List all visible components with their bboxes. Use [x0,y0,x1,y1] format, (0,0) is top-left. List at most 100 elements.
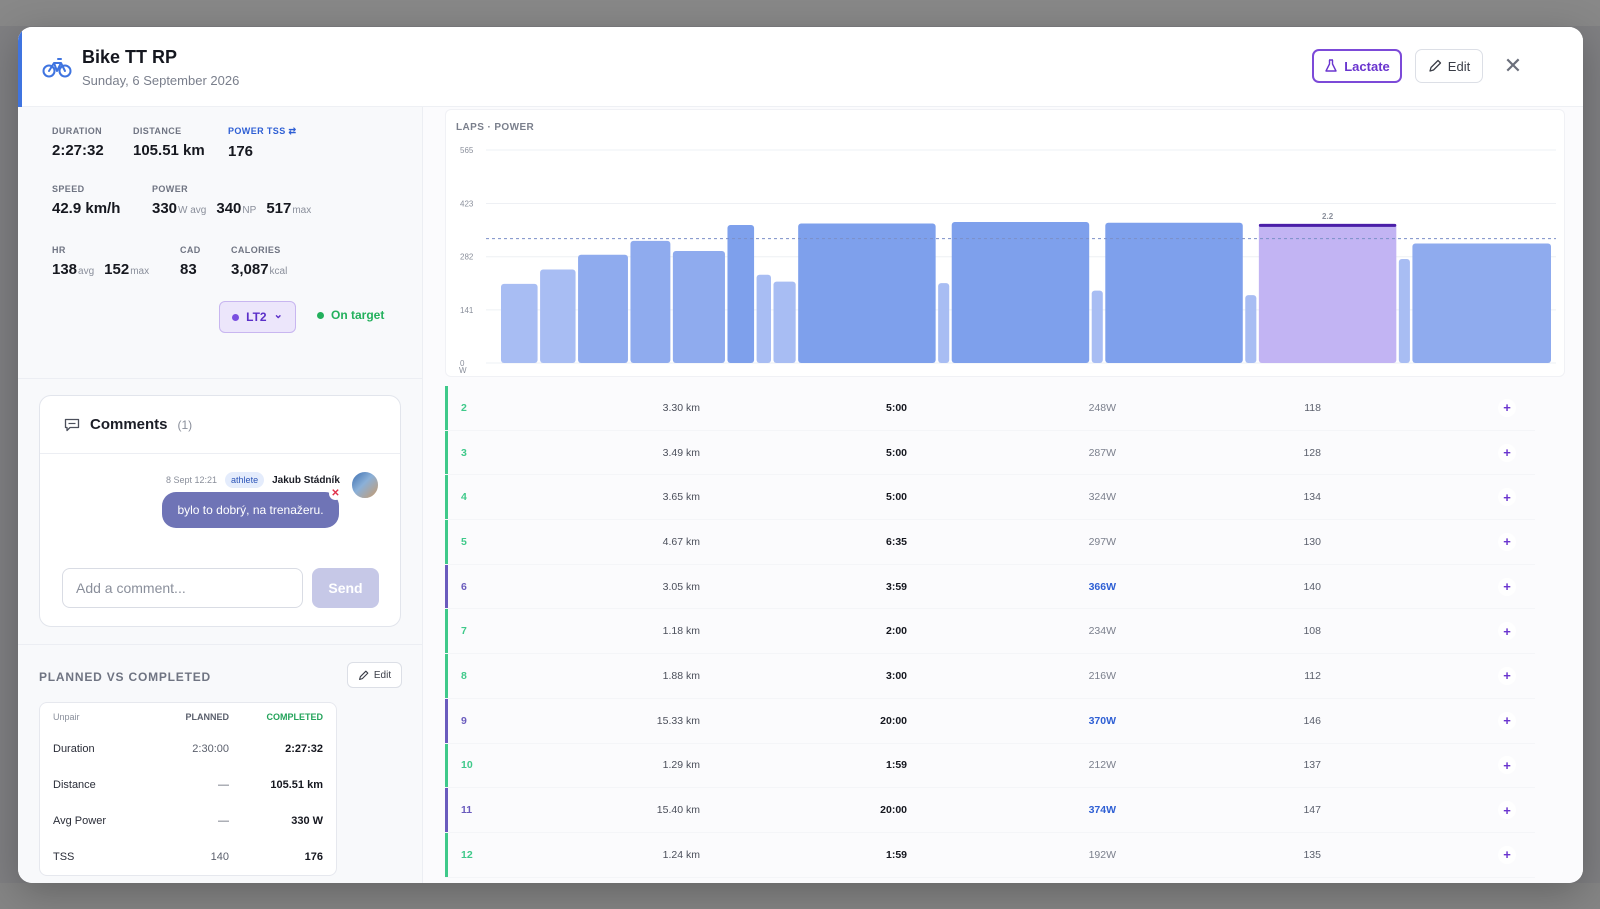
lap-number: 11 [461,804,473,817]
delete-comment-icon[interactable]: ✕ [329,487,342,500]
lap-time: 2:00 [885,625,907,638]
add-lap-icon[interactable]: + [1498,801,1516,820]
calories-value: 3,087 [231,261,269,278]
lap-power: 212W [1088,759,1116,772]
stat-duration-value: 2:27:32 [52,142,104,159]
y-tick-label: 282 [460,253,474,262]
table-row[interactable]: 8 1.88 km 3:00 216W 112 + [445,654,1535,699]
zone-select[interactable]: LT2 ⌄ [219,301,296,333]
table-row: TSS 140 176 [40,839,336,875]
stat-calories-values: 3,087kcal [231,261,297,278]
stat-power-tss-label[interactable]: POWER TSS ⇄ [228,126,296,137]
lap-time: 5:00 [885,401,907,414]
table-row[interactable]: 10 1.29 km 1:59 212W 137 + [445,743,1535,789]
lap-number: 6 [461,580,467,593]
unpair-link[interactable]: Unpair [53,712,149,722]
lap-hr: 134 [1303,491,1321,504]
power-max: 517 [266,200,292,217]
table-row[interactable]: 6 3.05 km 3:59 366W 140 + [445,564,1535,610]
add-lap-icon[interactable]: + [1498,756,1516,775]
table-row[interactable]: 7 1.18 km 2:00 234W 108 + [445,609,1535,655]
table-row[interactable]: 12 1.24 km 1:59 192W 135 + [445,832,1535,878]
hr-max: 152 [104,261,130,278]
chart-bar [1398,258,1410,363]
add-lap-icon[interactable]: + [1498,532,1516,551]
pvc-edit-button[interactable]: Edit [347,662,402,688]
send-button[interactable]: Send [312,568,379,608]
lap-power: 248W [1088,401,1116,414]
lap-power: 324W [1088,491,1116,504]
comments-title: Comments [90,416,168,433]
add-lap-icon[interactable]: + [1498,622,1516,641]
stat-hr-values: 138avg 152max [52,261,159,278]
pvc-metric: TSS [53,851,75,863]
lap-number: 4 [461,491,467,504]
stat-cadence: CAD 83 [180,245,201,278]
lap-distance: 15.33 km [656,714,700,727]
comment-time: 8 Sept 12:21 [166,475,218,485]
lap-hr: 135 [1303,848,1321,861]
stat-cadence-value: 83 [180,261,197,278]
lap-hr: 118 [1304,401,1321,414]
lap-time: 3:59 [885,580,907,593]
lap-hr: 137 [1303,759,1321,772]
stat-power-tss-value: 176 [228,143,254,160]
stat-calories: CALORIES 3,087kcal [231,245,297,278]
pvc-planned: 140 [210,851,229,863]
stat-cadence-label: CAD [180,245,201,255]
add-lap-icon[interactable]: + [1498,443,1516,462]
edit-button[interactable]: Edit [1415,49,1483,83]
stat-speed-label: SPEED [52,184,85,194]
power-avg-unit: W avg [178,205,207,216]
left-panel: DURATION 2:27:32 DISTANCE 105.51 km POWE… [18,107,423,883]
stat-calories-label: CALORIES [231,245,281,255]
comments-header: Comments (1) [40,396,400,454]
pvc-table: Unpair PLANNED COMPLETED Duration 2:30:0… [39,702,337,876]
header-accent [18,27,22,107]
chevron-down-icon: ⌄ [273,309,283,321]
pvc-planned: 2:30:00 [192,743,229,755]
lap-power: 287W [1088,446,1116,459]
table-row: Duration 2:30:00 2:27:32 [40,731,336,767]
activity-title: Bike TT RP [82,47,178,67]
lap-hr: 146 [1303,714,1321,727]
lap-power: 192W [1088,848,1116,861]
lactate-button[interactable]: Lactate [1312,49,1402,83]
lap-hr: 147 [1303,804,1321,817]
lap-distance: 3.30 km [662,401,700,414]
y-tick-label: 565 [460,146,474,155]
pvc-completed: 105.51 km [270,779,323,791]
table-row[interactable]: 5 4.67 km 6:35 297W 130 + [445,520,1535,565]
pvc-edit-label: Edit [373,669,392,681]
stat-duration: DURATION 2:27:32 [52,126,104,159]
pvc-metric: Distance [53,779,96,791]
pencil-icon [1429,59,1441,72]
lap-number: 12 [461,848,473,861]
comment-bubble: bylo to dobrý, na trenažeru. [162,492,339,528]
lactate-label: Lactate [1344,58,1390,74]
lap-power: 234W [1088,625,1116,638]
lap-number: 3 [461,446,467,459]
stat-power-tss[interactable]: POWER TSS ⇄ 176 [228,126,296,160]
laps-power-chart: LAPS · POWER 565 423 282 141 0 W 2.2 [445,109,1565,377]
stat-power-values: 330W avg 340NP 517max [152,200,321,217]
chart-bar [773,281,796,363]
chart-svg: 5654232821410W2.2 [459,146,1556,375]
chart-bar [1245,295,1257,363]
close-icon[interactable]: ✕ [1500,53,1526,79]
add-lap-icon[interactable]: + [1498,845,1516,864]
pvc-planned: — [218,779,229,791]
add-lap-icon[interactable]: + [1498,577,1516,596]
add-lap-icon[interactable]: + [1498,711,1516,730]
add-lap-icon[interactable]: + [1498,398,1516,417]
chart-bar-label: 2.2 [1322,212,1334,221]
table-row[interactable]: 9 15.33 km 20:00 370W 146 + [445,698,1535,744]
comment-input[interactable] [62,568,303,608]
table-row[interactable]: 4 3.65 km 5:00 324W 134 + [445,475,1535,521]
table-row[interactable]: 3 3.49 km 5:00 287W 128 + [445,430,1535,476]
add-lap-icon[interactable]: + [1498,488,1516,507]
add-lap-icon[interactable]: + [1498,666,1516,685]
table-row[interactable]: 11 15.40 km 20:00 374W 147 + [445,788,1535,833]
chart-bar [798,223,936,363]
table-row[interactable]: 2 3.30 km 5:00 248W 118 + [445,386,1535,431]
